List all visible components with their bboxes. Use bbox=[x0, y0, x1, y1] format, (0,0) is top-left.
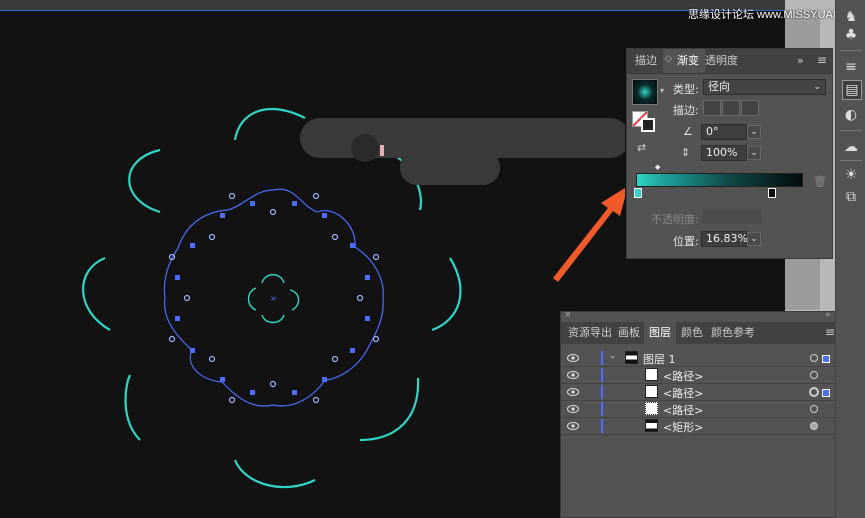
stroke-label: 描边: bbox=[673, 104, 699, 117]
close-icon[interactable]: × bbox=[564, 310, 572, 320]
eye-icon[interactable] bbox=[567, 370, 579, 380]
midpoint-diamond[interactable]: ◆ bbox=[655, 163, 660, 171]
layer-thumbnail bbox=[645, 419, 658, 432]
club-icon[interactable]: ♣ bbox=[842, 26, 860, 44]
swatch-dropdown-icon[interactable]: ▾ bbox=[660, 86, 664, 95]
tab-stepper-icon: ◇ bbox=[665, 54, 672, 64]
location-label: 位置: bbox=[673, 235, 699, 248]
collapse-icon[interactable]: » bbox=[797, 54, 804, 67]
collapse-icon[interactable]: « bbox=[825, 310, 831, 320]
layers-panel: × « 资源导出 画板 图层 颜色 颜色参考 ≡ ⌄ 图层 1 <路径> <路径… bbox=[560, 310, 838, 518]
puppet-icon[interactable]: ♞ bbox=[842, 8, 860, 26]
location-input[interactable]: 16.83% bbox=[701, 231, 748, 247]
stroke-gradient-across-button[interactable] bbox=[741, 100, 759, 116]
watermark: 思缘设计论坛 www.MISSYUAN.COM bbox=[688, 9, 865, 21]
reverse-gradient-icon[interactable]: ⇄ bbox=[637, 141, 646, 154]
type-select[interactable]: 径向 ⌄ bbox=[703, 79, 826, 95]
blurred-brush-mark bbox=[300, 118, 625, 185]
angle-dropdown[interactable]: ⌄ bbox=[747, 125, 761, 139]
color-stop-start[interactable] bbox=[634, 188, 642, 198]
gradient-panel: 描边 渐变 ◇ 透明度 » ≡ ▾ ⇄ 类型: 径向 ⌄ 描边: ∠ 0° ⌄ … bbox=[626, 48, 833, 259]
layer-thumbnail bbox=[625, 351, 638, 364]
target-circle[interactable] bbox=[810, 422, 818, 430]
layer-name: <路径> bbox=[663, 404, 704, 417]
location-dropdown[interactable]: ⌄ bbox=[747, 232, 761, 246]
eye-icon[interactable] bbox=[567, 387, 579, 397]
selection-square[interactable] bbox=[822, 355, 830, 363]
layer-name: <路径> bbox=[663, 387, 704, 400]
layer-thumbnail bbox=[645, 385, 658, 398]
tab-stroke[interactable]: 描边 bbox=[629, 49, 663, 73]
tab-artboards[interactable]: 画板 bbox=[613, 322, 645, 344]
layer-name: 图层 1 bbox=[643, 353, 676, 366]
target-circle[interactable] bbox=[810, 371, 818, 379]
tab-asset-export[interactable]: 资源导出 bbox=[563, 322, 617, 344]
gradient-panel-icon[interactable]: ▤ bbox=[842, 80, 862, 100]
layers-panel-tabs: 资源导出 画板 图层 颜色 颜色参考 ≡ bbox=[561, 322, 838, 344]
opacity-input[interactable] bbox=[701, 209, 763, 225]
type-label: 类型: bbox=[673, 83, 699, 96]
stroke-box-icon[interactable] bbox=[641, 118, 655, 132]
gradient-panel-tabs: 描边 渐变 ◇ 透明度 » ≡ bbox=[627, 49, 832, 74]
chevron-down-icon: ⌄ bbox=[813, 82, 821, 92]
tab-transparency[interactable]: 透明度 bbox=[699, 49, 744, 73]
tab-color-guide[interactable]: 颜色参考 bbox=[706, 322, 760, 344]
eye-icon[interactable] bbox=[567, 404, 579, 414]
export-icon[interactable]: ⧉ bbox=[842, 188, 860, 206]
expand-chevron-icon[interactable]: ⌄ bbox=[609, 351, 617, 361]
transparency-panel-icon[interactable]: ◐ bbox=[842, 106, 860, 124]
cursor-mark bbox=[380, 145, 384, 156]
eye-icon[interactable] bbox=[567, 421, 579, 431]
color-stop-end[interactable] bbox=[768, 188, 776, 198]
tab-layers[interactable]: 图层 bbox=[644, 322, 676, 344]
layer-thumbnail bbox=[645, 368, 658, 381]
layer-name: <路径> bbox=[663, 370, 704, 383]
aspect-ratio-input[interactable]: 100% bbox=[701, 145, 747, 161]
layer-thumbnail bbox=[645, 402, 658, 415]
panel-menu-icon[interactable]: ≡ bbox=[825, 325, 835, 339]
target-circle-selected[interactable] bbox=[809, 387, 819, 397]
annotation-arrow bbox=[553, 187, 625, 282]
eye-icon[interactable] bbox=[567, 353, 579, 363]
creative-cloud-icon[interactable]: ☁ bbox=[842, 138, 860, 156]
stroke-panel-icon[interactable]: ≡ bbox=[842, 58, 860, 76]
tab-color[interactable]: 颜色 bbox=[676, 322, 708, 344]
layer-row[interactable]: <路径> bbox=[561, 384, 838, 401]
aspect-ratio-icon: ⇕ bbox=[681, 146, 691, 159]
aspect-ratio-dropdown[interactable]: ⌄ bbox=[747, 146, 761, 160]
panel-menu-icon[interactable]: ≡ bbox=[817, 53, 827, 67]
layer-name: <矩形> bbox=[663, 421, 704, 434]
layer-row[interactable]: <路径> bbox=[561, 367, 838, 384]
layer-row[interactable]: <路径> bbox=[561, 401, 838, 418]
angle-input[interactable]: 0° bbox=[701, 124, 747, 140]
target-circle[interactable] bbox=[810, 405, 818, 413]
type-select-value: 径向 bbox=[708, 80, 730, 93]
opacity-label: 不透明度: bbox=[651, 213, 699, 226]
selection-square[interactable] bbox=[822, 389, 830, 397]
artboard-artwork[interactable]: × bbox=[0, 0, 625, 518]
gradient-swatch[interactable] bbox=[632, 79, 658, 105]
target-circle[interactable] bbox=[810, 354, 818, 362]
center-mark: × bbox=[270, 294, 277, 303]
gradient-slider[interactable] bbox=[636, 173, 803, 187]
delete-stop-icon[interactable]: 🗑 bbox=[813, 175, 827, 188]
layer-row[interactable]: ⌄ 图层 1 bbox=[561, 350, 838, 367]
stroke-gradient-along-button[interactable] bbox=[722, 100, 740, 116]
right-toolbar: ♞ ♣ ≡ ▤ ◐ ☁ ☀ ⧉ bbox=[835, 0, 865, 518]
layer-row[interactable]: <矩形> bbox=[561, 418, 838, 435]
angle-icon: ∠ bbox=[683, 125, 693, 138]
appearance-icon[interactable]: ☀ bbox=[842, 166, 860, 184]
stroke-gradient-within-button[interactable] bbox=[703, 100, 721, 116]
